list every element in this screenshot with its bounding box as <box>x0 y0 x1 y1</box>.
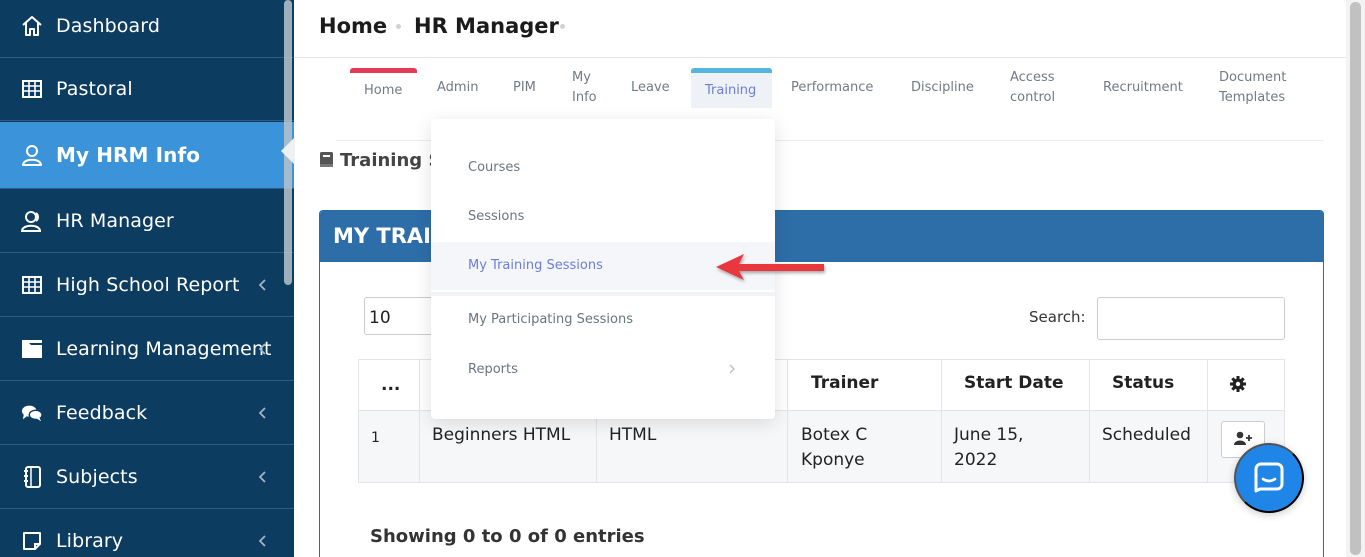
sidebar-item-hr-manager[interactable]: HR Manager <box>0 190 294 253</box>
chat-bubble-icon <box>1252 460 1286 497</box>
dropdown-item-reports[interactable]: Reports <box>468 362 518 377</box>
cell-trainer: Botex C Kponye <box>801 423 867 473</box>
sidebar-item-my-hrm-info[interactable]: My HRM Info <box>0 122 294 189</box>
column-divider <box>787 360 788 483</box>
dropdown-item-sessions[interactable]: Sessions <box>468 209 524 224</box>
sidebar-item-label: Library <box>56 530 124 552</box>
tab-performance[interactable]: Performance <box>791 78 873 98</box>
tab-leave[interactable]: Leave <box>631 78 670 98</box>
sidebar-item-library[interactable]: Library <box>0 510 294 557</box>
column-header-number[interactable]: ... <box>381 375 400 395</box>
search-input[interactable] <box>1097 297 1285 340</box>
cell-number: 1 <box>371 430 380 446</box>
top-header: Home HR Manager <box>294 0 1346 58</box>
book-icon <box>319 151 334 173</box>
tab-document-templates[interactable]: Document Templates <box>1219 68 1286 108</box>
column-divider <box>1089 360 1090 483</box>
sidebar-item-label: Pastoral <box>56 78 133 100</box>
cell-status: Scheduled <box>1102 425 1191 445</box>
sidebar-item-label: Feedback <box>56 402 148 424</box>
active-indicator <box>281 137 295 165</box>
chevron-left-icon <box>258 279 266 291</box>
table-info: Showing 0 to 0 of 0 entries <box>370 526 645 547</box>
breadcrumb-separator <box>560 24 565 29</box>
chat-button[interactable] <box>1234 443 1304 513</box>
column-header-start-date[interactable]: Start Date <box>964 373 1064 393</box>
sidebar-item-high-school-report[interactable]: High School Report <box>0 254 294 317</box>
tab-my-info-line1: My <box>572 70 591 85</box>
tab-training[interactable]: Training <box>705 81 756 101</box>
page-title-text: Training S <box>340 150 442 171</box>
user-icon <box>21 144 43 166</box>
dropdown-item-courses[interactable]: Courses <box>468 160 520 175</box>
gear-icon <box>1229 375 1247 398</box>
tab-discipline[interactable]: Discipline <box>911 78 974 98</box>
tab-access-line1: Access <box>1010 70 1055 85</box>
chevron-left-icon <box>258 407 266 419</box>
user-plus-icon <box>1234 431 1252 448</box>
breadcrumb-current: HR Manager <box>414 14 559 38</box>
annotation-arrow-icon <box>716 254 824 280</box>
tab-access-line2: control <box>1010 90 1056 105</box>
sidebar-item-learning-management[interactable]: Learning Management <box>0 318 294 381</box>
sidebar-item-label: Dashboard <box>56 15 160 37</box>
book-open-icon <box>21 530 43 552</box>
home-icon <box>21 15 43 37</box>
table-icon <box>21 78 43 100</box>
cell-course: Beginners HTML <box>432 425 571 445</box>
panel-title: MY TRAI <box>333 224 431 248</box>
dropdown-separator <box>431 292 775 296</box>
dropdown-item-my-training-sessions[interactable]: My Training Sessions <box>468 258 603 273</box>
search-label: Search: <box>1029 308 1086 326</box>
tab-home[interactable]: Home <box>364 81 402 101</box>
sidebar-item-label: HR Manager <box>56 210 174 232</box>
breadcrumb-home[interactable]: Home <box>319 14 387 38</box>
dropdown-item-my-participating-sessions[interactable]: My Participating Sessions <box>468 312 633 327</box>
app-root: Dashboard Pastoral My HRM Info HR Manage… <box>0 0 1365 557</box>
chevron-left-icon <box>258 343 266 355</box>
cell-date-line1: June 15, <box>954 425 1024 445</box>
table-icon <box>21 274 43 296</box>
sidebar-item-dashboard[interactable]: Dashboard <box>0 0 294 58</box>
column-divider <box>1207 360 1208 483</box>
cell-trainer-line2: Kponye <box>801 450 865 470</box>
sidebar-item-label: Learning Management <box>56 338 272 360</box>
page-title: Training S <box>319 150 441 173</box>
sidebar-item-feedback[interactable]: Feedback <box>0 382 294 445</box>
cell-start-date: June 15, 2022 <box>954 423 1023 473</box>
chevron-left-icon <box>258 535 266 547</box>
sidebar-item-subjects[interactable]: Subjects <box>0 446 294 509</box>
cell-date-line2: 2022 <box>954 450 998 470</box>
column-divider <box>419 360 420 483</box>
sidebar-item-label: High School Report <box>56 274 240 296</box>
column-header-status[interactable]: Status <box>1112 373 1174 393</box>
page-scrollbar-thumb[interactable] <box>1350 2 1361 555</box>
users-icon <box>21 210 43 232</box>
tab-doc-line2: Templates <box>1219 90 1286 105</box>
notebook-icon <box>21 466 43 488</box>
sidebar: Dashboard Pastoral My HRM Info HR Manage… <box>0 0 294 557</box>
breadcrumb-separator <box>396 24 401 29</box>
cell-trainer-line1: Botex C <box>801 425 868 445</box>
tab-my-info[interactable]: My Info <box>572 68 597 108</box>
tab-doc-line1: Document <box>1219 70 1287 85</box>
chevron-right-icon <box>729 364 735 374</box>
tab-my-info-line2: Info <box>572 90 597 105</box>
column-divider <box>941 360 942 483</box>
sidebar-item-label: My HRM Info <box>56 143 201 167</box>
chevron-left-icon <box>258 471 266 483</box>
comments-icon <box>21 402 43 424</box>
tab-pim[interactable]: PIM <box>513 78 536 98</box>
column-header-trainer[interactable]: Trainer <box>811 373 878 393</box>
sidebar-item-pastoral[interactable]: Pastoral <box>0 58 294 121</box>
cell-session: HTML <box>609 425 657 445</box>
tab-recruitment[interactable]: Recruitment <box>1103 78 1183 98</box>
folder-icon <box>21 338 43 360</box>
sidebar-item-label: Subjects <box>56 466 138 488</box>
tab-admin[interactable]: Admin <box>437 78 478 98</box>
tab-access-control[interactable]: Access control <box>1010 68 1055 108</box>
